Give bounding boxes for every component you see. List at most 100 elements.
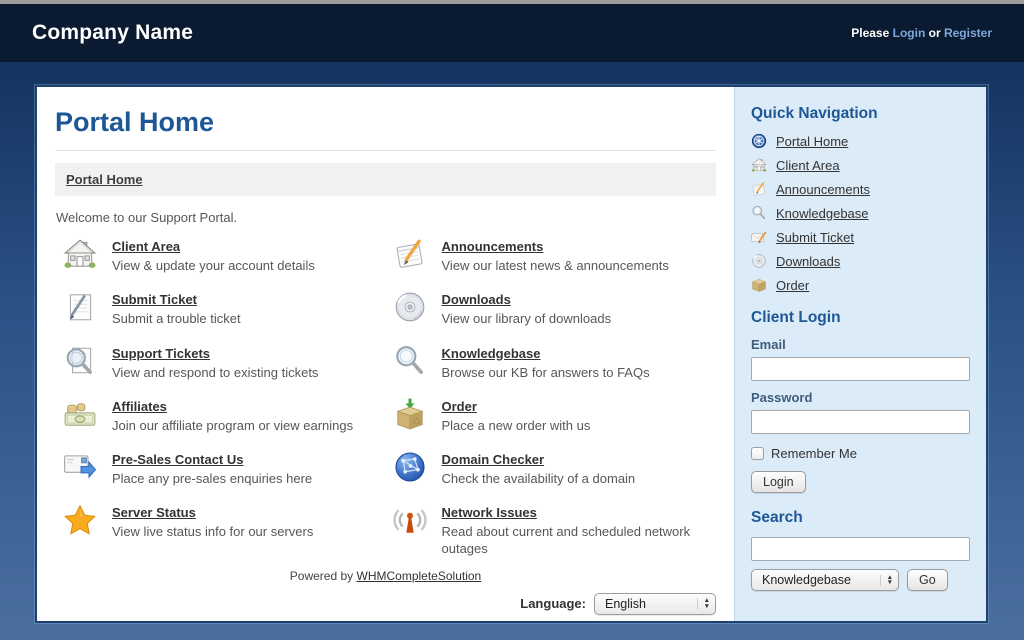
quick-nav-link[interactable]: Knowledgebase xyxy=(776,206,869,221)
search-go-button[interactable]: Go xyxy=(907,569,948,591)
search-input[interactable] xyxy=(751,537,970,561)
remember-me-label: Remember Me xyxy=(771,446,857,461)
quick-nav-item: Submit Ticket xyxy=(751,229,970,245)
quick-nav-link[interactable]: Announcements xyxy=(776,182,870,197)
quick-nav-link[interactable]: Downloads xyxy=(776,254,840,269)
page-container: Portal Home Portal Home Welcome to our S… xyxy=(35,85,988,623)
portal-item-desc: Join our affiliate program or view earni… xyxy=(112,418,353,434)
portal-item-desc: Place a new order with us xyxy=(442,418,591,434)
portal-item-link[interactable]: Knowledgebase xyxy=(442,346,541,361)
page-title: Portal Home xyxy=(55,107,716,151)
portal-item-link[interactable]: Order xyxy=(442,399,477,414)
portal-item-desc: View our latest news & announcements xyxy=(442,258,669,274)
search-category-value: Knowledgebase xyxy=(762,573,851,587)
magnifier-icon xyxy=(393,344,427,378)
order-box-icon xyxy=(393,397,427,431)
quick-nav-item: Knowledgebase xyxy=(751,205,970,221)
portal-item: Submit Ticket Submit a trouble ticket xyxy=(63,290,387,327)
portal-item: Pre-Sales Contact Us Place any pre-sales … xyxy=(63,450,387,487)
portal-item-desc: Submit a trouble ticket xyxy=(112,311,241,327)
select-stepper-icon: ▲▼ xyxy=(697,598,710,609)
login-link[interactable]: Login xyxy=(893,26,926,40)
quick-nav-item: Client Area xyxy=(751,157,970,173)
portal-item-link[interactable]: Affiliates xyxy=(112,399,167,414)
portal-item: Network Issues Read about current and sch… xyxy=(393,503,717,557)
money-icon xyxy=(63,397,97,431)
support-tickets-icon xyxy=(63,344,97,378)
email-field[interactable] xyxy=(751,357,970,381)
search-title: Search xyxy=(751,509,970,527)
magnifier-icon xyxy=(751,205,767,221)
antenna-icon xyxy=(393,503,427,537)
breadcrumb: Portal Home xyxy=(55,163,716,196)
main-content: Portal Home Portal Home Welcome to our S… xyxy=(37,87,734,621)
portal-item: Domain Checker Check the availability of … xyxy=(393,450,717,487)
portal-item: Affiliates Join our affiliate program or … xyxy=(63,397,387,434)
quick-nav-link[interactable]: Portal Home xyxy=(776,134,848,149)
cd-icon xyxy=(751,253,767,269)
portal-item-desc: View and respond to existing tickets xyxy=(112,365,318,381)
powered-by: Powered by WHMCompleteSolution xyxy=(55,569,716,583)
auth-prefix: Please xyxy=(851,26,889,40)
password-label: Password xyxy=(751,390,970,405)
portal-item: Order Place a new order with us xyxy=(393,397,717,434)
box-icon xyxy=(751,277,767,293)
portal-item: Client Area View & update your account de… xyxy=(63,237,387,274)
submit-ticket-icon xyxy=(63,290,97,324)
announcements-icon xyxy=(751,181,767,197)
sidebar: Quick Navigation Portal Home Client Area A… xyxy=(734,87,986,621)
portal-item: Knowledgebase Browse our KB for answers t… xyxy=(393,344,717,381)
quick-nav-item: Portal Home xyxy=(751,133,970,149)
search-controls: Knowledgebase ▲▼ Go xyxy=(751,569,970,591)
quick-nav-item: Order xyxy=(751,277,970,293)
client-login-title: Client Login xyxy=(751,309,970,327)
quick-nav-link[interactable]: Order xyxy=(776,278,809,293)
language-selected-value: English xyxy=(605,597,646,611)
language-row: Language: English ▲▼ xyxy=(55,593,716,615)
quick-nav-item: Downloads xyxy=(751,253,970,269)
quick-nav-link[interactable]: Client Area xyxy=(776,158,840,173)
portal-item-link[interactable]: Announcements xyxy=(442,239,544,254)
portal-item-link[interactable]: Domain Checker xyxy=(442,452,545,467)
portal-item-desc: Read about current and scheduled network… xyxy=(442,524,717,557)
portal-items-grid: Client Area View & update your account de… xyxy=(55,233,716,557)
portal-item-link[interactable]: Downloads xyxy=(442,292,511,307)
announcements-icon xyxy=(393,237,427,271)
quick-nav-link[interactable]: Submit Ticket xyxy=(776,230,854,245)
mail-pencil-icon xyxy=(751,229,767,245)
password-field[interactable] xyxy=(751,410,970,434)
portal-item-link[interactable]: Client Area xyxy=(112,239,180,254)
portal-item-desc: Check the availability of a domain xyxy=(442,471,636,487)
remember-me-row: Remember Me xyxy=(751,446,970,461)
portal-item-link[interactable]: Pre-Sales Contact Us xyxy=(112,452,244,467)
powered-by-prefix: Powered by xyxy=(290,569,353,583)
portal-item: DownloadsView our library of downloads xyxy=(393,290,717,327)
cd-icon xyxy=(393,290,427,324)
house-icon xyxy=(63,237,97,271)
header-bar: Company Name Please Login or Register xyxy=(0,4,1024,62)
language-label: Language: xyxy=(520,596,586,611)
quick-navigation-title: Quick Navigation xyxy=(751,105,970,123)
register-link[interactable]: Register xyxy=(944,26,992,40)
login-button[interactable]: Login xyxy=(751,471,806,493)
portal-item-desc: View live status info for our servers xyxy=(112,524,313,540)
breadcrumb-portal-home-link[interactable]: Portal Home xyxy=(66,172,143,187)
portal-item-link[interactable]: Support Tickets xyxy=(112,346,210,361)
portal-item: Server Status View live status info for o… xyxy=(63,503,387,557)
portal-item-link[interactable]: Network Issues xyxy=(442,505,537,520)
portal-item-desc: Place any pre-sales enquiries here xyxy=(112,471,312,487)
portal-item-link[interactable]: Server Status xyxy=(112,505,196,520)
auth-or: or xyxy=(929,26,941,40)
portal-item-desc: Browse our KB for answers to FAQs xyxy=(442,365,650,381)
remember-me-checkbox[interactable] xyxy=(751,447,764,460)
mail-arrow-icon xyxy=(63,450,97,484)
portal-item-link[interactable]: Submit Ticket xyxy=(112,292,197,307)
search-category-select[interactable]: Knowledgebase ▲▼ xyxy=(751,569,899,591)
portal-item: Announcements View our latest news & anno… xyxy=(393,237,717,274)
quick-nav-list: Portal Home Client Area Announcements Knowl… xyxy=(751,133,970,293)
email-label: Email xyxy=(751,337,970,352)
globe-icon xyxy=(393,450,427,484)
language-select[interactable]: English ▲▼ xyxy=(594,593,716,615)
whmcompletesolution-link[interactable]: WHMCompleteSolution xyxy=(357,569,482,583)
portal-item-desc: View & update your account details xyxy=(112,258,315,274)
